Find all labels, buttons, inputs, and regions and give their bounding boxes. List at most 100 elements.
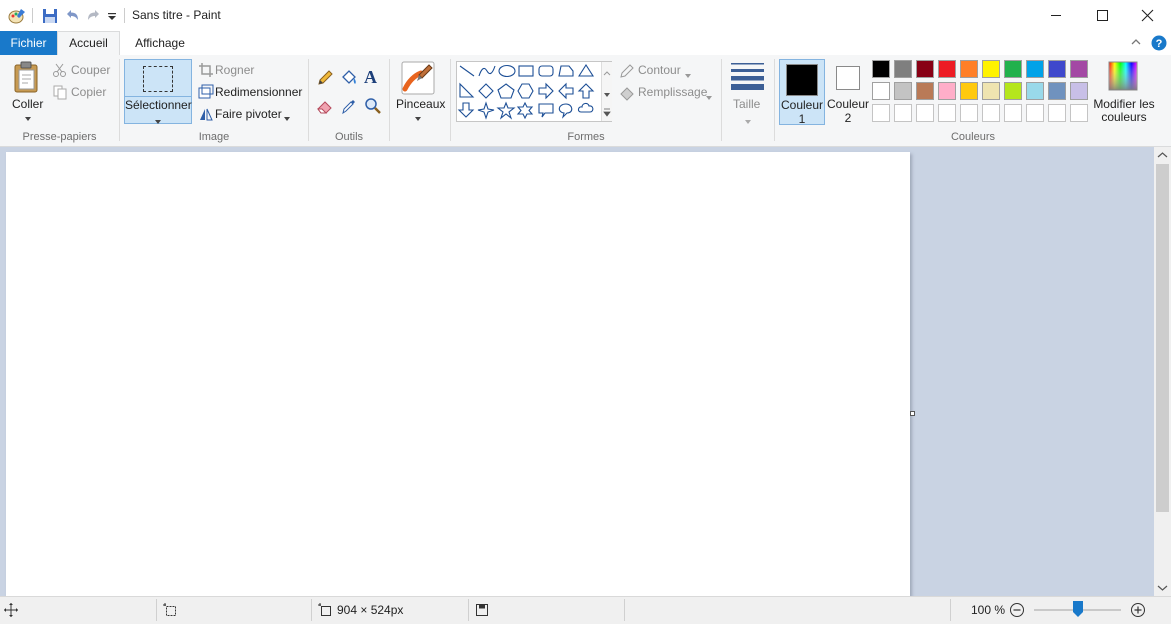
- palette-color-swatch[interactable]: [982, 82, 1000, 100]
- group-separator: [389, 59, 390, 141]
- palette-color-swatch[interactable]: [872, 82, 890, 100]
- zoom-slider-thumb[interactable]: [1072, 601, 1083, 617]
- custom-color-slot[interactable]: [982, 104, 1000, 122]
- magnifier-icon[interactable]: [364, 97, 382, 115]
- custom-color-slot[interactable]: [1004, 104, 1022, 122]
- rotate-dropdown-icon[interactable]: [283, 111, 291, 121]
- maximize-button[interactable]: [1079, 0, 1125, 31]
- palette-color-swatch[interactable]: [916, 60, 934, 78]
- edit-colors-line1[interactable]: Modifier les: [1088, 97, 1160, 111]
- palette-color-swatch[interactable]: [1004, 60, 1022, 78]
- paste-dropdown-icon[interactable]: [24, 111, 32, 121]
- paste-button[interactable]: Coller: [12, 97, 43, 111]
- save-icon[interactable]: [41, 7, 59, 25]
- close-button[interactable]: [1125, 0, 1171, 31]
- eraser-icon[interactable]: [316, 97, 334, 115]
- paste-icon[interactable]: [12, 61, 42, 95]
- palette-color-swatch[interactable]: [960, 60, 978, 78]
- undo-icon[interactable]: [63, 7, 81, 25]
- custom-color-slot[interactable]: [1026, 104, 1044, 122]
- resize-button[interactable]: Redimensionner: [215, 85, 302, 99]
- fill-shape-dropdown-icon[interactable]: [706, 89, 712, 100]
- edit-colors-icon[interactable]: [1108, 61, 1138, 91]
- palette-color-swatch[interactable]: [1004, 82, 1022, 100]
- custom-color-slot[interactable]: [960, 104, 978, 122]
- outline-button[interactable]: Contour: [638, 63, 681, 77]
- crop-button[interactable]: Rogner: [215, 63, 254, 77]
- custom-color-slot[interactable]: [938, 104, 956, 122]
- size-dropdown-icon[interactable]: [745, 113, 751, 124]
- scroll-thumb[interactable]: [1156, 164, 1169, 512]
- select-dropdown-icon[interactable]: [154, 114, 162, 124]
- custom-color-slot[interactable]: [1048, 104, 1066, 122]
- tools-group-label: Outils: [334, 131, 364, 143]
- custom-color-slot[interactable]: [1070, 104, 1088, 122]
- customize-quick-access-icon[interactable]: [106, 7, 118, 25]
- quick-access-separator: [32, 8, 33, 23]
- palette-color-swatch[interactable]: [1026, 60, 1044, 78]
- color1-button[interactable]: Couleur 1: [779, 59, 825, 126]
- shape-up-arrow: [577, 83, 595, 99]
- tab-file[interactable]: Fichier: [0, 31, 57, 55]
- zoom-out-icon[interactable]: [1009, 602, 1025, 618]
- tab-home[interactable]: Accueil: [57, 31, 120, 55]
- status-separator: [311, 599, 312, 621]
- brushes-dropdown-icon[interactable]: [414, 111, 422, 121]
- palette-color-swatch[interactable]: [1070, 60, 1088, 78]
- size-button[interactable]: Taille: [733, 97, 760, 111]
- text-tool-icon[interactable]: A: [364, 67, 377, 88]
- shape-pentagon: [497, 83, 515, 99]
- palette-color-swatch[interactable]: [894, 82, 912, 100]
- shape-four-point-star: [477, 101, 495, 120]
- palette-color-swatch[interactable]: [938, 60, 956, 78]
- custom-color-slot[interactable]: [894, 104, 912, 122]
- shape-cloud-callout: [577, 102, 594, 113]
- shape-five-point-star: [496, 101, 516, 120]
- palette-color-swatch[interactable]: [1070, 82, 1088, 100]
- palette-color-swatch[interactable]: [960, 82, 978, 100]
- palette-color-swatch[interactable]: [1048, 82, 1066, 100]
- outline-dropdown-icon[interactable]: [685, 67, 691, 78]
- pencil-icon[interactable]: [316, 69, 334, 87]
- shape-rounded-rectangle: [538, 65, 554, 77]
- palette-color-swatch[interactable]: [938, 82, 956, 100]
- palette-color-swatch[interactable]: [894, 60, 912, 78]
- collapse-ribbon-icon[interactable]: [1129, 35, 1143, 49]
- palette-color-swatch[interactable]: [1048, 60, 1066, 78]
- brushes-button[interactable]: Pinceaux: [396, 97, 445, 111]
- palette-color-swatch[interactable]: [1026, 82, 1044, 100]
- palette-color-swatch[interactable]: [916, 82, 934, 100]
- canvas-resize-handle[interactable]: [910, 411, 915, 416]
- help-icon[interactable]: ?: [1151, 35, 1167, 51]
- ribbon-tabs: Fichier Accueil Affichage ?: [0, 31, 1171, 56]
- size-icon[interactable]: [731, 62, 764, 90]
- color2-button[interactable]: Couleur 2: [826, 59, 870, 125]
- shape-right-arrow: [538, 82, 554, 100]
- edit-colors-line2[interactable]: couleurs: [1088, 110, 1160, 124]
- custom-color-slot[interactable]: [872, 104, 890, 122]
- zoom-in-icon[interactable]: [1130, 602, 1146, 618]
- palette-color-swatch[interactable]: [872, 60, 890, 78]
- shape-rect-callout: [538, 103, 554, 118]
- rotate-button[interactable]: Faire pivoter: [215, 107, 282, 121]
- select-button[interactable]: Sélectionner: [124, 59, 192, 124]
- copy-button[interactable]: Copier: [71, 85, 106, 99]
- drawing-canvas[interactable]: [6, 152, 910, 596]
- palette-color-swatch[interactable]: [982, 60, 1000, 78]
- minimize-button[interactable]: [1033, 0, 1079, 31]
- custom-color-slot[interactable]: [916, 104, 934, 122]
- scroll-down-icon[interactable]: [1154, 579, 1171, 596]
- cut-button[interactable]: Couper: [71, 63, 110, 77]
- vertical-scrollbar[interactable]: [1154, 147, 1171, 596]
- shapes-scrollbar[interactable]: [601, 62, 612, 121]
- shapes-gallery[interactable]: [456, 61, 612, 122]
- color-picker-icon[interactable]: [340, 97, 358, 115]
- tab-view[interactable]: Affichage: [122, 31, 198, 55]
- redo-icon[interactable]: [85, 7, 103, 25]
- brushes-icon[interactable]: [401, 61, 435, 95]
- paint-app-icon[interactable]: [8, 7, 26, 25]
- fill-shape-button[interactable]: Remplissage: [638, 85, 707, 99]
- scroll-up-icon[interactable]: [1154, 147, 1171, 164]
- rotate-icon: [198, 106, 214, 122]
- fill-icon[interactable]: [340, 69, 358, 87]
